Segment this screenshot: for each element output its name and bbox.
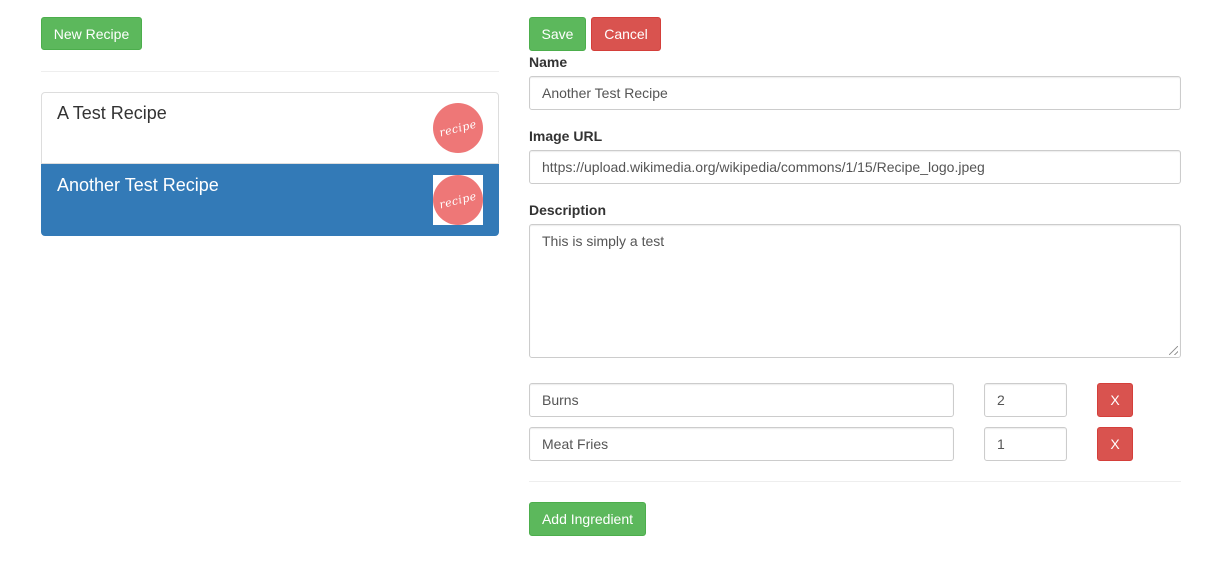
remove-ingredient-button[interactable]: X bbox=[1097, 427, 1133, 461]
recipe-list-item[interactable]: A Test Recipe recipe bbox=[41, 92, 499, 164]
ingredient-name-input[interactable]: Meat Fries bbox=[529, 427, 954, 461]
cancel-button[interactable]: Cancel bbox=[591, 17, 661, 51]
description-textarea[interactable]: This is simply a test bbox=[529, 224, 1181, 358]
recipe-logo-text: recipe bbox=[437, 189, 479, 211]
description-label: Description bbox=[529, 202, 607, 218]
image-url-label: Image URL bbox=[529, 128, 603, 144]
divider bbox=[529, 481, 1181, 482]
recipe-title: Another Test Recipe bbox=[57, 175, 219, 195]
ingredient-name-input[interactable]: Burns bbox=[529, 383, 954, 417]
name-label: Name bbox=[529, 54, 568, 70]
image-url-input[interactable]: https://upload.wikimedia.org/wikipedia/c… bbox=[529, 150, 1181, 184]
recipe-thumbnail: recipe bbox=[433, 175, 483, 225]
recipe-thumbnail: recipe bbox=[433, 103, 483, 153]
recipe-logo-image: recipe bbox=[433, 103, 483, 153]
add-ingredient-button[interactable]: Add Ingredient bbox=[529, 502, 646, 536]
recipe-logo-text: recipe bbox=[437, 117, 479, 139]
ingredient-amount-input[interactable]: 1 bbox=[984, 427, 1067, 461]
recipe-list-item-active[interactable]: Another Test Recipe recipe bbox=[41, 164, 499, 236]
name-input[interactable]: Another Test Recipe bbox=[529, 76, 1181, 110]
resize-handle[interactable] bbox=[1169, 346, 1178, 355]
ingredient-amount-input[interactable]: 2 bbox=[984, 383, 1067, 417]
recipe-logo-image: recipe bbox=[433, 175, 483, 225]
description-text: This is simply a test bbox=[542, 233, 665, 249]
recipe-title: A Test Recipe bbox=[57, 103, 167, 123]
remove-ingredient-button[interactable]: X bbox=[1097, 383, 1133, 417]
save-button[interactable]: Save bbox=[529, 17, 586, 51]
new-recipe-button[interactable]: New Recipe bbox=[41, 17, 142, 50]
divider bbox=[41, 71, 499, 72]
